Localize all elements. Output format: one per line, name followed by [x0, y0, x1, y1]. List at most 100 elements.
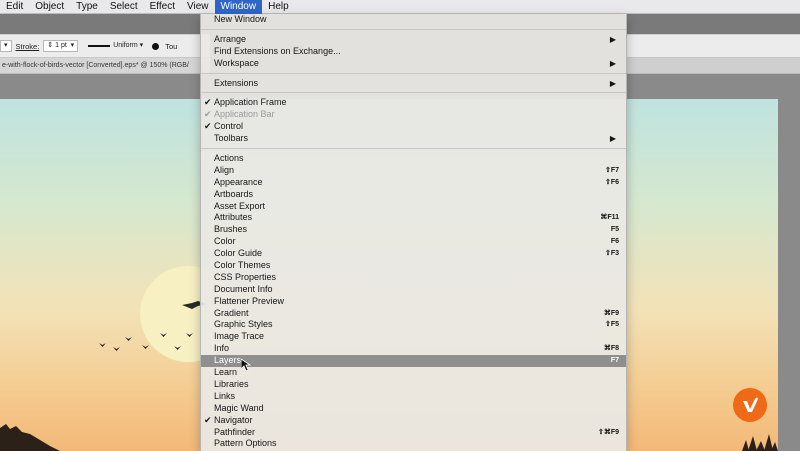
menu-item-links[interactable]: Links [201, 391, 626, 403]
menu-item-label: Asset Export [214, 200, 266, 211]
bird-shape [160, 333, 167, 337]
bird-shape [186, 333, 193, 337]
menu-item-label: Workspace [214, 57, 259, 68]
menu-window[interactable]: Window [214, 0, 263, 14]
menu-item-label: Document Info [214, 283, 273, 294]
menu-item-pattern-options[interactable]: Pattern Options [201, 438, 626, 450]
menu-item-color[interactable]: Color F6 [201, 236, 626, 248]
menu-item-appearance[interactable]: Appearance ⇧F6 [201, 177, 626, 189]
profile-value: Uniform [113, 42, 138, 49]
menu-item-info[interactable]: Info ⌘F8 [201, 343, 626, 355]
menu-separator [201, 148, 626, 150]
menu-item-label: Pathfinder [214, 426, 256, 437]
menu-item-navigator[interactable]: ✔ Navigator [201, 415, 626, 427]
menu-item-label: CSS Properties [214, 271, 277, 282]
menu-item-label: Brushes [214, 224, 248, 235]
keyboard-shortcut: ⇧F3 [604, 250, 619, 258]
menu-item-color-guide[interactable]: Color Guide ⇧F3 [201, 248, 626, 260]
menu-item-control[interactable]: ✔ Control [201, 121, 626, 133]
menu-item-label: Control [214, 121, 244, 132]
document-tab[interactable]: e-with-flock-of-birds-vector [Converted]… [0, 58, 210, 74]
menu-object[interactable]: Object [29, 0, 70, 14]
menu-type[interactable]: Type [70, 0, 104, 14]
menu-item-pathfinder[interactable]: Pathfinder ⇧⌘F9 [201, 427, 626, 439]
menu-item-new-window[interactable]: New Window [201, 14, 626, 26]
menu-item-label: Application Frame [214, 97, 287, 108]
submenu-arrow-icon: ▶ [609, 34, 616, 44]
menu-item-label: Color Themes [214, 260, 271, 271]
menu-item-label: Libraries [214, 378, 249, 389]
keyboard-shortcut: ⇧⌘F9 [597, 428, 619, 436]
menu-item-label: Magic Wand [214, 402, 264, 413]
stepper-icon[interactable]: ⇕ [47, 41, 53, 51]
bird-shape [142, 345, 149, 349]
menu-item-document-info[interactable]: Document Info [201, 284, 626, 296]
menu-item-libraries[interactable]: Libraries [201, 379, 626, 391]
keyboard-shortcut: ⌘F9 [603, 309, 619, 317]
menu-separator [201, 72, 626, 74]
stroke-weight-field[interactable]: ⇕ 1 pt ▾ [43, 40, 79, 52]
checkmark-icon: ✔ [204, 109, 212, 120]
tree-silhouette-shape [742, 434, 778, 451]
bird-shape [99, 343, 106, 347]
menu-item-label: Flattener Preview [214, 295, 285, 306]
document-tab-right [626, 58, 800, 74]
menu-item-actions[interactable]: Actions [201, 153, 626, 165]
keyboard-shortcut: ⇧F7 [604, 166, 619, 174]
menu-item-label: Extensions [214, 77, 259, 88]
document-title: e-with-flock-of-birds-vector [Converted]… [2, 62, 189, 69]
menu-item-label: Pattern Options [214, 438, 277, 449]
keyboard-shortcut: F7 [610, 357, 619, 365]
menu-item-label: Layers [214, 355, 242, 366]
menu-separator [201, 92, 626, 94]
stroke-line-icon [88, 45, 111, 47]
menu-item-label: Arrange [214, 33, 247, 44]
brush-name[interactable]: Tou [165, 42, 177, 51]
menu-item-flattener-preview[interactable]: Flattener Preview [201, 296, 626, 308]
menu-item-label: Image Trace [214, 331, 265, 342]
menu-edit[interactable]: Edit [0, 0, 29, 14]
menu-item-label: Links [214, 390, 236, 401]
menu-help[interactable]: Help [262, 0, 295, 14]
menu-item-label: Artboards [214, 188, 254, 199]
fill-swatch-dropdown[interactable]: ▾ [0, 40, 12, 52]
menu-bar: Edit Object Type Select Effect View Wind… [0, 0, 800, 14]
menu-item-gradient[interactable]: Gradient ⌘F9 [201, 308, 626, 320]
menu-item-label: Actions [214, 153, 244, 164]
menu-item-layers[interactable]: Layers F7 [201, 355, 626, 368]
menu-item-artboards[interactable]: Artboards [201, 189, 626, 201]
menu-item-label: Learn [214, 367, 238, 378]
menu-item-application-bar: ✔ Application Bar [201, 109, 626, 121]
menu-item-color-themes[interactable]: Color Themes [201, 260, 626, 272]
menu-item-learn[interactable]: Learn [201, 367, 626, 379]
keyboard-shortcut: F5 [610, 226, 619, 234]
menu-item-magic-wand[interactable]: Magic Wand [201, 403, 626, 415]
menu-item-brushes[interactable]: Brushes F5 [201, 224, 626, 236]
menu-item-arrange[interactable]: Arrange ▶ [201, 34, 626, 46]
watermark-logo [733, 388, 767, 422]
keyboard-shortcut: ⇧F5 [604, 321, 619, 329]
profile-dropdown[interactable]: Uniform ▾ [82, 40, 146, 52]
vimeo-style-logo-icon [743, 397, 758, 412]
stroke-weight-value: 1 pt [55, 42, 67, 49]
menu-select[interactable]: Select [104, 0, 144, 14]
menu-item-find-extensions-on-exchange[interactable]: Find Extensions on Exchange... [201, 46, 626, 58]
menu-view[interactable]: View [181, 0, 215, 14]
menu-item-image-trace[interactable]: Image Trace [201, 331, 626, 343]
menu-item-asset-export[interactable]: Asset Export [201, 201, 626, 213]
checkmark-icon: ✔ [204, 97, 212, 108]
menu-item-graphic-styles[interactable]: Graphic Styles ⇧F5 [201, 319, 626, 331]
menu-item-application-frame[interactable]: ✔ Application Frame [201, 97, 626, 109]
window-menu-dropdown: New Window Arrange ▶ Find Extensions on Exc… [200, 14, 627, 451]
menu-effect[interactable]: Effect [144, 0, 181, 14]
menu-item-align[interactable]: Align ⇧F7 [201, 165, 626, 177]
menu-item-attributes[interactable]: Attributes ⌘F11 [201, 212, 626, 224]
menu-item-css-properties[interactable]: CSS Properties [201, 272, 626, 284]
menu-item-workspace[interactable]: Workspace ▶ [201, 58, 626, 70]
stroke-label[interactable]: Stroke: [16, 42, 40, 51]
keyboard-shortcut: F6 [610, 238, 619, 246]
brush-dot-icon[interactable] [152, 42, 160, 50]
menu-item-toolbars[interactable]: Toolbars ▶ [201, 133, 626, 145]
menu-item-extensions[interactable]: Extensions ▶ [201, 78, 626, 90]
menu-item-label: Info [214, 343, 230, 354]
